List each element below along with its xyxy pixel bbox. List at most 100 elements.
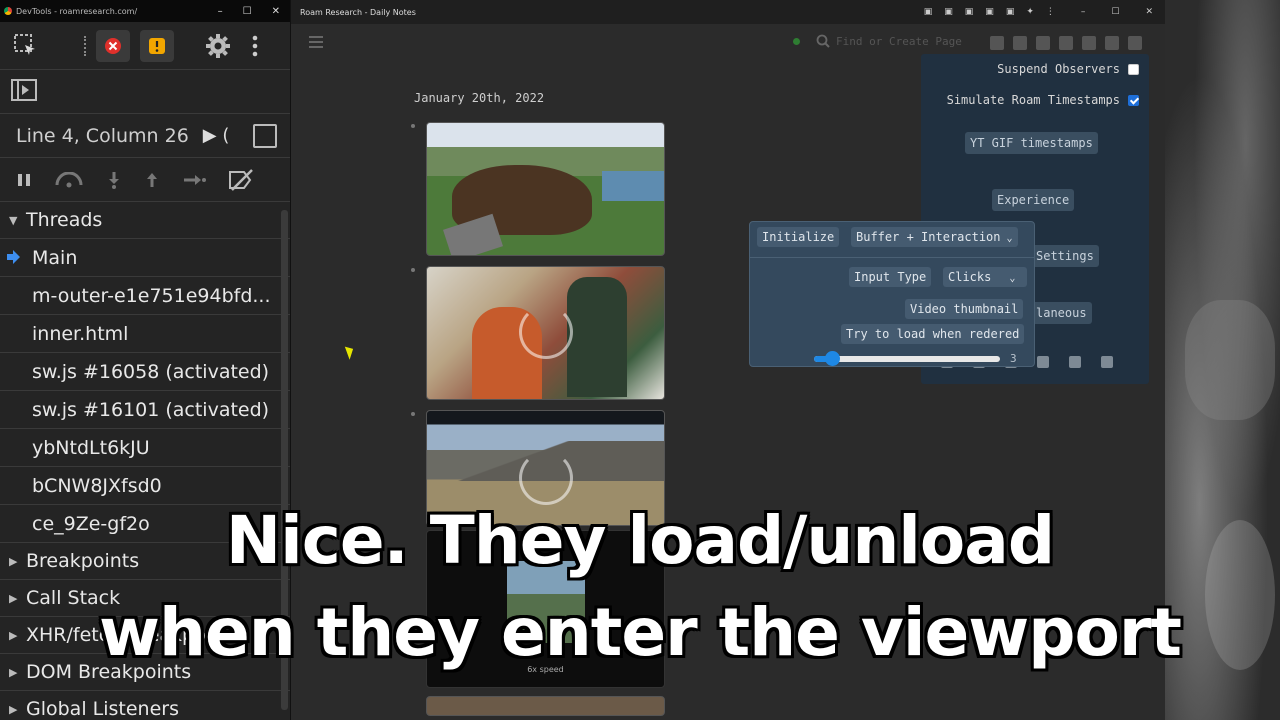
navigator-row	[0, 70, 290, 114]
search-bar[interactable]: Find or Create Page	[793, 34, 962, 48]
step-icon[interactable]	[182, 172, 206, 188]
minimize-button[interactable]: –	[218, 6, 223, 17]
calendar-icon[interactable]	[990, 36, 1004, 50]
divider	[750, 257, 1034, 258]
video-thumbnail-anime[interactable]	[426, 266, 665, 400]
devtools-toolbar	[0, 22, 290, 70]
mode-select[interactable]: Buffer + Interaction ⌄	[851, 227, 1018, 247]
devtools-titlebar: DevTools - roamresearch.com/ – ☐ ✕	[0, 0, 290, 22]
step-into-icon[interactable]	[106, 171, 122, 189]
buffer-slider[interactable]	[814, 351, 1000, 366]
thread-label: m-outer-e1e751e94bfd...	[32, 284, 271, 307]
search-icon	[816, 34, 830, 48]
input-type-value: Clicks	[948, 270, 992, 284]
try-load-option[interactable]: Try to load when redered	[841, 324, 1025, 344]
block-bullet[interactable]	[411, 412, 415, 416]
bars-icon[interactable]	[1059, 36, 1073, 50]
input-type-label: Input Type	[849, 267, 932, 287]
cursor-position: Line 4, Column 26	[16, 124, 189, 147]
sidebar-icon[interactable]	[1128, 36, 1142, 50]
thread-item[interactable]: bCNW8JXfsd0	[0, 467, 290, 505]
info-icon[interactable]	[1069, 356, 1081, 368]
yt-gif-icon[interactable]	[1036, 36, 1050, 50]
thread-label: sw.js #16058 (activated)	[32, 360, 270, 383]
maximize-button[interactable]: ☐	[243, 6, 252, 17]
simulate-timestamps-label: Simulate Roam Timestamps	[946, 93, 1120, 107]
threads-section-header[interactable]: ▼ Threads	[0, 202, 290, 239]
inspect-element-icon[interactable]	[12, 32, 40, 60]
table-icon[interactable]	[1037, 356, 1049, 368]
settings-tab-button[interactable]: Settings	[1031, 245, 1099, 267]
input-type-select[interactable]: Clicks ⌄	[943, 267, 1027, 287]
run-snippet-button[interactable]: ▶ (	[203, 125, 230, 146]
extension-icon[interactable]: ▣	[924, 7, 933, 17]
help-icon[interactable]	[1082, 36, 1096, 50]
thread-item[interactable]: sw.js #16058 (activated)	[0, 353, 290, 391]
suspend-observers-checkbox[interactable]	[1128, 63, 1139, 75]
thread-item[interactable]: inner.html	[0, 315, 290, 353]
window-controls: ▣ ▣ ▣ ▣ ▣ ✦ ⋮ – ☐ ✕	[924, 7, 1165, 17]
close-button[interactable]: ✕	[272, 6, 280, 17]
extension-icon[interactable]: ▣	[965, 7, 974, 17]
device-toolbar-icon[interactable]	[84, 35, 90, 56]
initialize-button[interactable]: Initialize	[757, 227, 840, 247]
window-controls: – ☐ ✕	[218, 6, 290, 17]
current-thread-arrow-icon	[7, 250, 20, 264]
slider-value: 3	[1010, 352, 1017, 365]
thread-item[interactable]: sw.js #16101 (activated)	[0, 391, 290, 429]
maximize-button[interactable]: ☐	[1111, 7, 1119, 17]
bookmark-icon[interactable]	[1101, 356, 1113, 368]
screen: DevTools - roamresearch.com/ – ☐ ✕ Line …	[0, 0, 1280, 720]
minimize-button[interactable]: –	[1081, 7, 1086, 17]
more-options-icon[interactable]: ⋮	[1046, 7, 1055, 17]
video-thumbnail-bear[interactable]	[426, 122, 665, 256]
block-bullet[interactable]	[411, 124, 415, 128]
suspend-observers-row: Suspend Observers	[997, 62, 1139, 76]
deactivate-breakpoints-icon[interactable]	[228, 168, 254, 192]
section-label: Global Listeners	[26, 698, 179, 720]
subtitle-line-1: Nice. They load/unload	[225, 502, 1055, 579]
collapsed-triangle-icon: ▶	[9, 702, 18, 716]
video-thumbnail-option[interactable]: Video thumbnail	[905, 299, 1024, 319]
experience-button[interactable]: Experience	[992, 189, 1075, 211]
yt-gif-timestamps-button[interactable]: YT GIF timestamps	[965, 132, 1098, 154]
chrome-icon	[4, 7, 12, 15]
more-icon[interactable]	[1013, 36, 1027, 50]
miscellaneous-button[interactable]: laneous	[1031, 302, 1092, 324]
topbar-icons	[990, 36, 1142, 50]
graph-icon[interactable]	[1105, 36, 1119, 50]
global-listeners-section-header[interactable]: ▶ Global Listeners	[0, 691, 290, 720]
extension-icon[interactable]: ▣	[944, 7, 953, 17]
settings-gear-icon[interactable]	[204, 32, 232, 60]
step-out-icon[interactable]	[144, 171, 160, 189]
pause-icon[interactable]	[16, 172, 32, 188]
subtitle-line-2: when they enter the viewport	[99, 594, 1182, 671]
buffer-settings-popover: Initialize Buffer + Interaction ⌄ Input T…	[749, 221, 1035, 367]
block-bullet[interactable]	[411, 268, 415, 272]
mode-select-value: Buffer + Interaction	[856, 230, 1001, 244]
cursor-position-bar: Line 4, Column 26 ▶ (	[0, 114, 290, 158]
toggle-navigator-icon[interactable]	[10, 78, 38, 106]
loading-spinner-icon	[519, 305, 573, 359]
thread-item[interactable]: m-outer-e1e751e94bfd...	[0, 277, 290, 315]
slider-handle[interactable]	[825, 351, 840, 366]
thread-item[interactable]: ybNtdLt6kJU	[0, 429, 290, 467]
menu-icon[interactable]	[309, 36, 323, 51]
close-button[interactable]: ✕	[1145, 7, 1153, 17]
threads-label: Threads	[26, 209, 103, 231]
thread-item-main[interactable]: Main	[0, 239, 290, 277]
puzzle-icon[interactable]: ✦	[1026, 7, 1034, 17]
warnings-badge[interactable]	[140, 29, 174, 62]
suspend-observers-label: Suspend Observers	[997, 62, 1120, 76]
thread-label: inner.html	[32, 322, 129, 345]
extension-icon[interactable]: ▣	[985, 7, 994, 17]
errors-badge[interactable]	[96, 29, 130, 62]
extension-icon[interactable]: ▣	[1006, 7, 1015, 17]
more-options-icon[interactable]	[250, 33, 260, 59]
step-over-icon[interactable]	[54, 171, 84, 188]
simulate-timestamps-checkbox[interactable]	[1128, 94, 1139, 106]
format-code-icon[interactable]	[253, 123, 277, 148]
expanded-triangle-icon: ▼	[9, 213, 18, 227]
chevron-down-icon: ⌄	[1009, 273, 1016, 284]
video-thumbnail-partial[interactable]	[426, 696, 665, 716]
